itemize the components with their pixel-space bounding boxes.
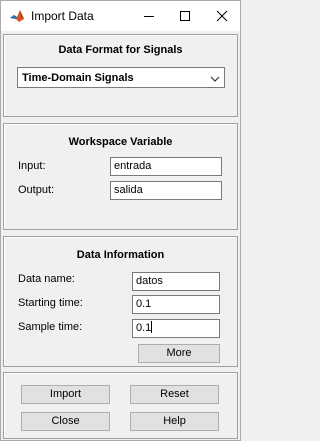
- data-information-title: Data Information: [76, 249, 165, 261]
- output-field[interactable]: salida: [110, 181, 222, 200]
- output-label: Output:: [18, 184, 55, 196]
- sample-time-label: Sample time:: [18, 321, 83, 333]
- sample-time-field[interactable]: 0.1: [132, 319, 220, 338]
- matlab-logo-icon: [9, 8, 25, 24]
- signal-format-value: Time-Domain Signals: [22, 72, 134, 84]
- sample-time-value: 0.1: [136, 322, 152, 334]
- starting-time-field[interactable]: 0.1: [132, 295, 220, 314]
- data-format-title: Data Format for Signals: [58, 44, 183, 56]
- close-button[interactable]: Close: [21, 412, 110, 431]
- reset-button[interactable]: Reset: [130, 385, 219, 404]
- window-title: Import Data: [31, 9, 94, 23]
- data-information-panel: Data Information Data name: datos Starti…: [3, 236, 238, 367]
- input-label: Input:: [18, 160, 46, 172]
- data-format-panel: Data Format for Signals Time-Domain Sign…: [3, 34, 238, 117]
- import-data-window: Import Data Data Format for Signals Time…: [0, 0, 241, 441]
- import-button[interactable]: Import: [21, 385, 110, 404]
- data-name-field[interactable]: datos: [132, 272, 220, 291]
- workspace-variable-title: Workspace Variable: [68, 136, 173, 148]
- help-button[interactable]: Help: [130, 412, 219, 431]
- data-name-label: Data name:: [18, 273, 75, 285]
- chevron-down-icon: [210, 74, 220, 86]
- actions-panel: Import Reset Close Help: [3, 372, 238, 439]
- title-bar[interactable]: Import Data: [1, 1, 240, 31]
- maximize-button[interactable]: [167, 1, 203, 31]
- signal-format-dropdown[interactable]: Time-Domain Signals: [17, 67, 225, 88]
- text-cursor: [151, 321, 153, 333]
- more-button[interactable]: More: [138, 344, 220, 363]
- minimize-button[interactable]: [131, 1, 167, 31]
- close-window-button[interactable]: [204, 1, 240, 31]
- input-field[interactable]: entrada: [110, 157, 222, 176]
- starting-time-label: Starting time:: [18, 297, 83, 309]
- workspace-variable-panel: Workspace Variable Input: entrada Output…: [3, 123, 238, 230]
